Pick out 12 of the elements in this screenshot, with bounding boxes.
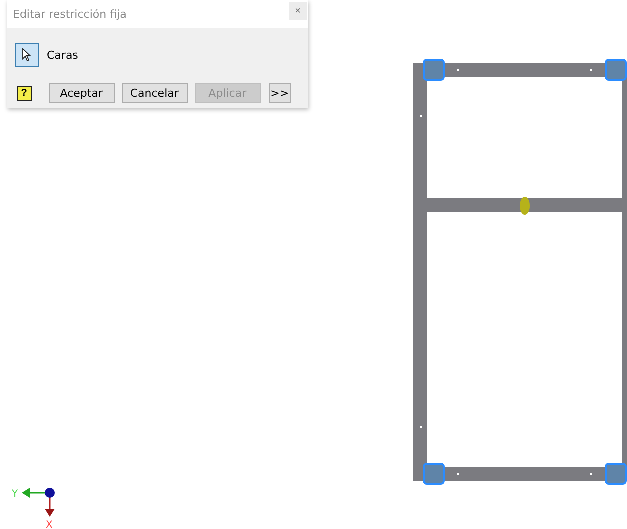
cursor-icon bbox=[22, 48, 32, 62]
selection-label: Caras bbox=[47, 48, 78, 62]
close-button[interactable]: × bbox=[289, 2, 307, 20]
select-button[interactable] bbox=[15, 43, 39, 67]
dialog-button[interactable]: Cancelar bbox=[122, 83, 188, 103]
dialog-button[interactable]: Aceptar bbox=[48, 83, 115, 103]
origin-dot bbox=[45, 488, 55, 498]
axis-label: X bbox=[46, 520, 53, 529]
axis-label: Y bbox=[12, 489, 18, 500]
dialog-button[interactable]: >> bbox=[268, 83, 292, 103]
help-button[interactable]: ? bbox=[17, 86, 32, 100]
dialog-title: Editar restricción fija bbox=[13, 8, 127, 20]
